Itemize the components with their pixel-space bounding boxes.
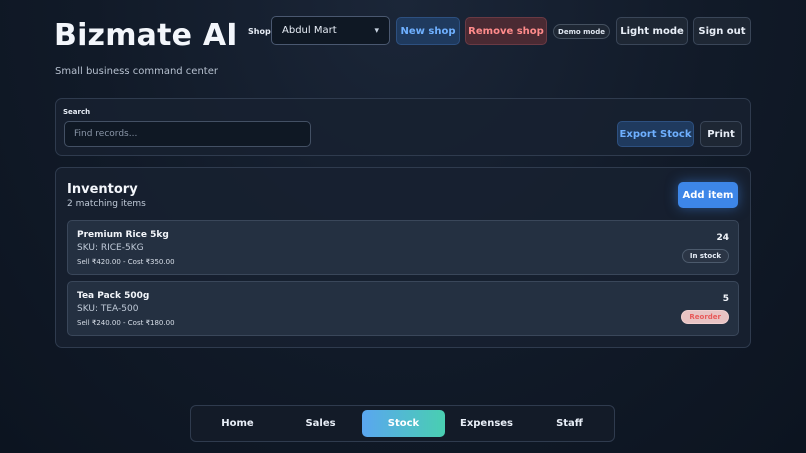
print-button[interactable]: Print <box>700 121 742 147</box>
demo-mode-badge[interactable]: Demo mode <box>553 24 610 39</box>
inventory-count: 2 matching items <box>67 199 146 209</box>
item-sku: SKU: TEA-500 <box>77 304 139 314</box>
tab-expenses[interactable]: Expenses <box>445 410 528 437</box>
export-stock-button[interactable]: Export Stock <box>617 121 694 147</box>
list-item[interactable]: Tea Pack 500g SKU: TEA-500 Sell ₹240.00 … <box>67 281 739 336</box>
app-title: Bizmate AI <box>54 18 238 53</box>
new-shop-button[interactable]: New shop <box>396 17 460 45</box>
light-mode-button[interactable]: Light mode <box>616 17 688 45</box>
list-item[interactable]: Premium Rice 5kg SKU: RICE-5KG Sell ₹420… <box>67 220 739 275</box>
add-item-button[interactable]: Add item <box>678 182 738 208</box>
search-input[interactable] <box>64 121 311 147</box>
status-badge: In stock <box>681 249 729 263</box>
search-label: Search <box>63 108 91 116</box>
tab-sales[interactable]: Sales <box>279 410 362 437</box>
item-sku: SKU: RICE-5KG <box>77 243 144 253</box>
item-price: Sell ₹240.00 - Cost ₹180.00 <box>77 319 175 327</box>
shop-select[interactable]: Abdul Mart ▾ <box>271 16 390 45</box>
tab-staff[interactable]: Staff <box>528 410 611 437</box>
sign-out-button[interactable]: Sign out <box>693 17 751 45</box>
item-price: Sell ₹420.00 - Cost ₹350.00 <box>77 258 175 266</box>
item-name: Premium Rice 5kg <box>77 230 169 240</box>
remove-shop-button[interactable]: Remove shop <box>465 17 547 45</box>
bottom-nav: Home Sales Stock Expenses Staff <box>190 405 615 442</box>
item-name: Tea Pack 500g <box>77 291 150 301</box>
app-subtitle: Small business command center <box>55 66 218 77</box>
item-quantity: 5 <box>722 294 729 304</box>
shop-label: Shop <box>248 27 271 36</box>
tab-home[interactable]: Home <box>196 410 279 437</box>
chevron-down-icon: ▾ <box>374 25 379 36</box>
status-badge: Reorder <box>681 310 729 324</box>
item-quantity: 24 <box>716 233 729 243</box>
shop-select-value: Abdul Mart <box>282 25 337 36</box>
inventory-title: Inventory <box>67 182 138 197</box>
tab-stock[interactable]: Stock <box>362 410 445 437</box>
